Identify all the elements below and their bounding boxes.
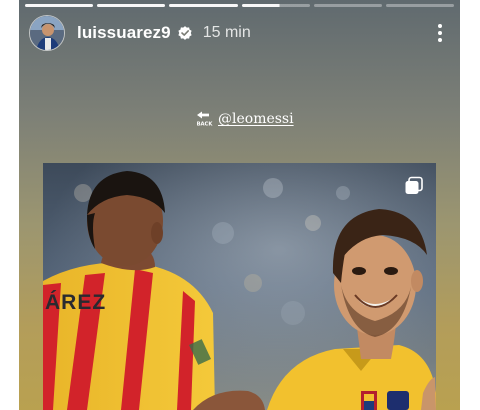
jersey-name: ÁREZ xyxy=(45,291,106,314)
players-photo: ÁREZ xyxy=(43,163,436,410)
back-arrow-icon: BACK xyxy=(197,111,214,128)
progress-segment xyxy=(385,4,455,7)
avatar-image xyxy=(30,16,64,50)
back-icon-label: BACK xyxy=(197,122,214,128)
multiple-images-icon xyxy=(405,176,423,194)
mention-handle[interactable]: @leomessi xyxy=(218,111,294,127)
story-progress-bar xyxy=(25,4,455,7)
progress-segment xyxy=(25,4,94,7)
progress-segment xyxy=(97,4,166,7)
mention-sticker[interactable]: BACK @leomessi xyxy=(195,110,294,128)
progress-segment xyxy=(241,4,310,7)
post-time: 15 min xyxy=(202,24,251,41)
more-options-icon[interactable] xyxy=(430,20,450,46)
username[interactable]: luissuarez9 xyxy=(77,23,171,43)
story-header: luissuarez9 15 min xyxy=(29,13,450,53)
verified-badge-icon xyxy=(178,26,192,40)
profile-avatar[interactable] xyxy=(29,15,65,51)
progress-segment xyxy=(169,4,238,7)
story-viewer[interactable]: luissuarez9 15 min BACK @leomessi ÁREZ xyxy=(19,0,460,410)
post-image[interactable]: ÁREZ xyxy=(43,163,436,410)
progress-segment xyxy=(313,4,382,7)
